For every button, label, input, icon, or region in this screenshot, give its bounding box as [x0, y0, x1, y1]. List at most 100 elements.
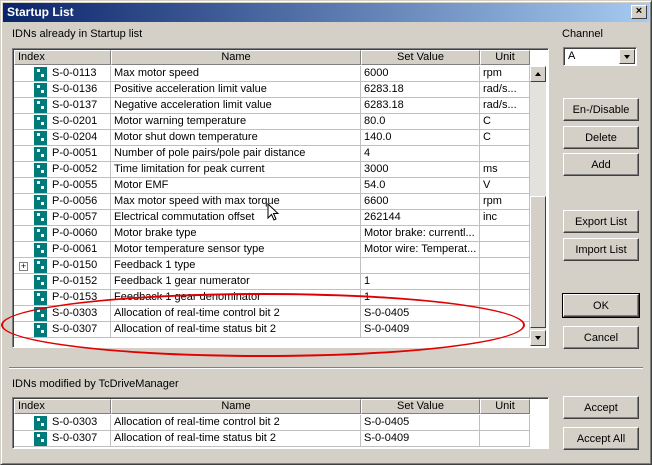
chevron-down-icon[interactable] — [619, 49, 635, 64]
index-cell: S-0-0201 — [14, 114, 111, 130]
value-cell: 1 — [361, 274, 480, 290]
table-row[interactable]: P-0-0051 Number of pole pairs/pole pair d… — [14, 146, 530, 162]
index-text: S-0-0137 — [52, 99, 98, 111]
index-text: P-0-0150 — [52, 259, 98, 271]
column-header-value[interactable]: Set Value — [361, 50, 480, 65]
index-cell: S-0-0204 — [14, 130, 111, 146]
table-row[interactable]: + P-0-0150 Feedback 1 type — [14, 258, 530, 274]
table-row[interactable]: S-0-0303 Allocation of real-time control … — [14, 306, 530, 322]
index-cell: P-0-0057 — [14, 210, 111, 226]
column-header-unit[interactable]: Unit — [480, 50, 530, 65]
index-text: P-0-0057 — [52, 211, 98, 223]
accept-all-button[interactable]: Accept All — [563, 427, 639, 450]
parameter-icon — [34, 131, 47, 145]
close-button[interactable]: × — [631, 5, 647, 19]
modified-grid[interactable]: Index Name Set Value Unit S-0-0303 Allocatio… — [12, 397, 549, 449]
table-row[interactable]: P-0-0153 Feedback 1 gear denominator 1 — [14, 290, 530, 306]
column-header-value[interactable]: Set Value — [361, 399, 480, 414]
table-row[interactable]: S-0-0137 Negative acceleration limit valu… — [14, 98, 530, 114]
name-cell: Motor shut down temperature — [111, 130, 361, 146]
unit-cell — [480, 242, 530, 258]
parameter-icon — [34, 323, 47, 337]
unit-cell: rad/s... — [480, 82, 530, 98]
column-header-unit[interactable]: Unit — [480, 399, 530, 414]
value-cell — [361, 258, 480, 274]
value-cell: S-0-0405 — [361, 415, 480, 431]
en-disable-button[interactable]: En-/Disable — [563, 98, 639, 121]
index-text: P-0-0060 — [52, 227, 98, 239]
table-row[interactable]: S-0-0303 Allocation of real-time control … — [14, 415, 530, 431]
table-row[interactable]: S-0-0113 Max motor speed 6000 rpm — [14, 66, 530, 82]
value-cell: S-0-0405 — [361, 306, 480, 322]
name-cell: Max motor speed with max torque — [111, 194, 361, 210]
startup-grid[interactable]: Index Name Set Value Unit S-0-0113 Max motor… — [12, 48, 549, 348]
index-cell: S-0-0303 — [14, 306, 111, 322]
startup-list-dialog: Startup List × IDNs already in Startup l… — [0, 0, 652, 465]
index-cell: P-0-0055 — [14, 178, 111, 194]
table-row[interactable]: S-0-0136 Positive acceleration limit valu… — [14, 82, 530, 98]
value-cell: 6600 — [361, 194, 480, 210]
index-text: P-0-0055 — [52, 179, 98, 191]
import-list-button[interactable]: Import List — [563, 238, 639, 261]
unit-cell: V — [480, 178, 530, 194]
mouse-cursor-icon — [267, 203, 280, 221]
cancel-button[interactable]: Cancel — [563, 326, 639, 349]
column-header-index[interactable]: Index — [14, 399, 111, 414]
unit-cell — [480, 146, 530, 162]
parameter-icon — [34, 179, 47, 193]
unit-cell: C — [480, 130, 530, 146]
delete-button[interactable]: Delete — [563, 126, 639, 149]
title-bar: Startup List × — [3, 3, 649, 22]
scroll-thumb[interactable] — [530, 196, 546, 328]
column-header-index[interactable]: Index — [14, 50, 111, 65]
index-cell: S-0-0136 — [14, 82, 111, 98]
column-header-name[interactable]: Name — [111, 399, 361, 414]
value-cell: S-0-0409 — [361, 431, 480, 447]
startup-scrollbar[interactable] — [530, 66, 546, 346]
index-text: S-0-0303 — [52, 307, 98, 319]
name-cell: Allocation of real-time control bit 2 — [111, 306, 361, 322]
table-row[interactable]: S-0-0204 Motor shut down temperature 140.0… — [14, 130, 530, 146]
index-cell: P-0-0052 — [14, 162, 111, 178]
table-row[interactable]: S-0-0307 Allocation of real-time status b… — [14, 431, 530, 447]
table-row[interactable]: P-0-0052 Time limitation for peak current… — [14, 162, 530, 178]
index-cell: S-0-0307 — [14, 322, 111, 338]
parameter-icon — [34, 307, 47, 321]
name-cell: Motor warning temperature — [111, 114, 361, 130]
index-text: P-0-0051 — [52, 147, 98, 159]
parameter-icon — [34, 163, 47, 177]
table-row[interactable]: P-0-0061 Motor temperature sensor type Mot… — [14, 242, 530, 258]
table-row[interactable]: S-0-0201 Motor warning temperature 80.0 C — [14, 114, 530, 130]
ok-button[interactable]: OK — [562, 293, 640, 318]
expand-icon[interactable]: + — [19, 262, 28, 271]
unit-cell — [480, 415, 530, 431]
accept-button[interactable]: Accept — [563, 396, 639, 419]
table-row[interactable]: P-0-0055 Motor EMF 54.0 V — [14, 178, 530, 194]
channel-value: A — [568, 50, 576, 62]
name-cell: Allocation of real-time status bit 2 — [111, 322, 361, 338]
index-text: S-0-0136 — [52, 83, 98, 95]
table-row[interactable]: P-0-0060 Motor brake type Motor brake: cur… — [14, 226, 530, 242]
value-cell: 262144 — [361, 210, 480, 226]
name-cell: Positive acceleration limit value — [111, 82, 361, 98]
name-cell: Feedback 1 gear numerator — [111, 274, 361, 290]
channel-select[interactable]: A — [563, 47, 637, 66]
name-cell: Time limitation for peak current — [111, 162, 361, 178]
table-row[interactable]: S-0-0307 Allocation of real-time status b… — [14, 322, 530, 338]
unit-cell: ms — [480, 162, 530, 178]
section-divider — [9, 367, 643, 369]
value-cell: 54.0 — [361, 178, 480, 194]
export-list-button[interactable]: Export List — [563, 210, 639, 233]
column-header-name[interactable]: Name — [111, 50, 361, 65]
value-cell: 6283.18 — [361, 82, 480, 98]
index-text: S-0-0113 — [52, 67, 97, 79]
index-cell: S-0-0113 — [14, 66, 111, 82]
value-cell: 4 — [361, 146, 480, 162]
parameter-icon — [34, 243, 47, 257]
scroll-up-button[interactable] — [530, 66, 546, 82]
table-row[interactable]: P-0-0152 Feedback 1 gear numerator 1 — [14, 274, 530, 290]
scroll-down-button[interactable] — [530, 330, 546, 346]
parameter-icon — [34, 275, 47, 289]
add-button[interactable]: Add — [563, 153, 639, 176]
name-cell: Feedback 1 gear denominator — [111, 290, 361, 306]
